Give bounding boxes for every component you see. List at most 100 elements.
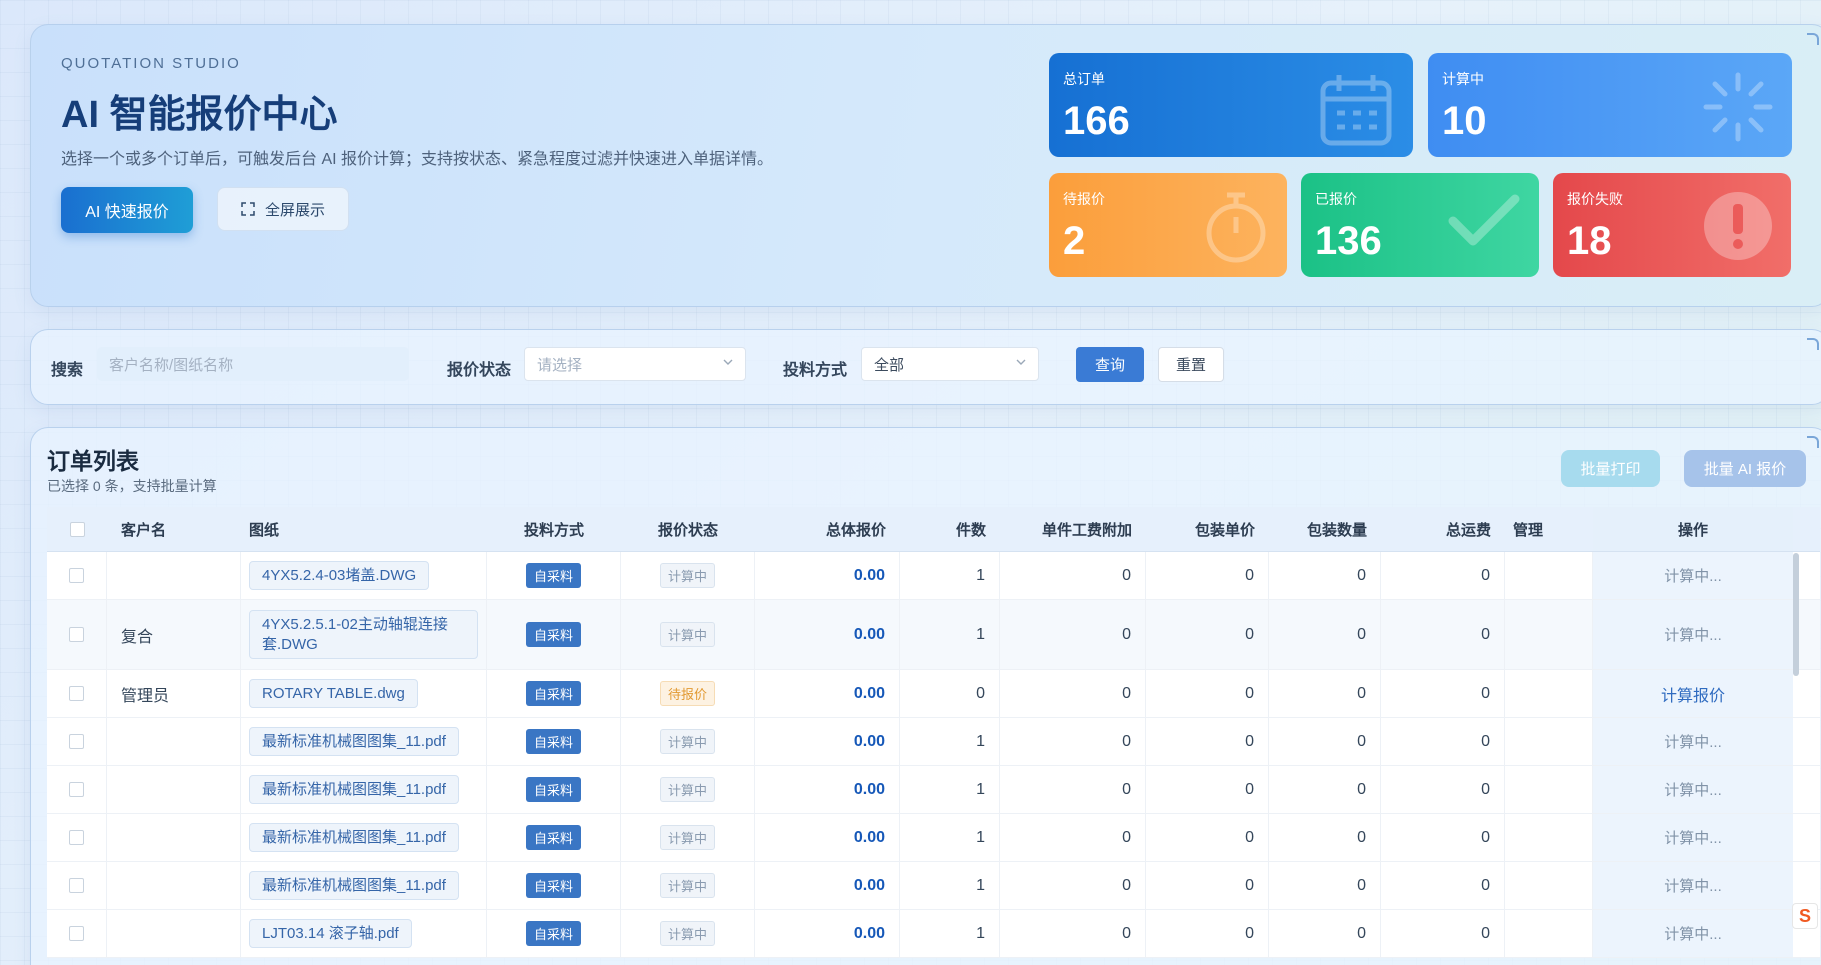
- op-action[interactable]: 计算报价: [1661, 682, 1725, 706]
- header-status[interactable]: 报价状态: [621, 507, 755, 551]
- row-checkbox[interactable]: [69, 627, 84, 642]
- drawing-cell: 最新标准机械图图集_11.pdf: [241, 718, 487, 765]
- material-badge: 自采料: [525, 622, 581, 647]
- qty-cell: 1: [900, 552, 1000, 599]
- table-row[interactable]: LJT03.14 滚子轴.pdf 自采料 计算中 0.00 1 0 0 0 0 计算中...: [47, 910, 1820, 958]
- table-row[interactable]: 管理员 ROTARY TABLE.dwg 自采料 待报价 0.00 0 0 0 0 0 计算报价: [47, 670, 1820, 718]
- pack-qty-cell: 0: [1269, 910, 1381, 957]
- header-pack-qty[interactable]: 包装数量: [1269, 507, 1381, 551]
- stat-label: 计算中: [1442, 71, 1484, 87]
- pack-price-cell: 0: [1146, 552, 1269, 599]
- status-cell: 计算中: [621, 552, 755, 599]
- material-cell: 自采料: [487, 552, 621, 599]
- header-qty[interactable]: 件数: [900, 507, 1000, 551]
- corner-decoration: [1807, 436, 1819, 448]
- stat-value: 136: [1315, 219, 1382, 263]
- row-checkbox[interactable]: [69, 568, 84, 583]
- row-select-cell: [47, 910, 107, 957]
- table-row[interactable]: 最新标准机械图图集_11.pdf 自采料 计算中 0.00 1 0 0 0 0 计算中...: [47, 718, 1820, 766]
- drawing-cell: 4YX5.2.5.1-02主动轴辊连接套.DWG: [241, 600, 487, 669]
- list-title: 订单列表: [47, 448, 139, 474]
- status-cell: 计算中: [621, 814, 755, 861]
- drawing-cell: 最新标准机械图图集_11.pdf: [241, 766, 487, 813]
- op-cell: 计算中...: [1593, 910, 1793, 957]
- drawing-link[interactable]: 最新标准机械图图集_11.pdf: [249, 774, 459, 805]
- shipping-value: 0: [1481, 828, 1490, 846]
- hero-eyebrow: QUOTATION STUDIO: [61, 55, 241, 72]
- header-pack-price[interactable]: 包装单价: [1146, 507, 1269, 551]
- reset-button[interactable]: 重置: [1158, 347, 1224, 382]
- status-badge: 计算中: [659, 729, 715, 754]
- shipping-cell: 0: [1381, 670, 1505, 717]
- row-checkbox[interactable]: [69, 782, 84, 797]
- customer-cell: [107, 910, 241, 957]
- qty-value: 1: [976, 780, 985, 798]
- list-subtitle: 已选择 0 条，支持批量计算: [47, 478, 217, 494]
- stat-card-failed[interactable]: 报价失败 18: [1553, 173, 1791, 277]
- pack-price-value: 0: [1245, 625, 1254, 643]
- ime-icon[interactable]: S: [1792, 903, 1818, 929]
- material-cell: 自采料: [487, 814, 621, 861]
- header-mgmt[interactable]: 管理: [1505, 507, 1593, 551]
- header-shipping[interactable]: 总运费: [1381, 507, 1505, 551]
- stat-card-calculating[interactable]: 计算中 10: [1428, 53, 1792, 157]
- drawing-link[interactable]: 最新标准机械图图集_11.pdf: [249, 822, 459, 853]
- row-checkbox[interactable]: [69, 686, 84, 701]
- fullscreen-button[interactable]: 全屏展示: [217, 187, 349, 231]
- material-select[interactable]: 全部: [861, 347, 1039, 381]
- status-select[interactable]: 请选择: [524, 347, 746, 381]
- shipping-cell: 0: [1381, 910, 1505, 957]
- header-material[interactable]: 投料方式: [487, 507, 621, 551]
- mgmt-cell: [1505, 600, 1593, 669]
- row-checkbox[interactable]: [69, 734, 84, 749]
- stat-card-pending[interactable]: 待报价 2: [1049, 173, 1287, 277]
- header-fee[interactable]: 单件工费附加: [1000, 507, 1146, 551]
- batch-ai-quote-button[interactable]: 批量 AI 报价: [1684, 450, 1806, 487]
- customer-cell: 复合: [107, 600, 241, 669]
- status-cell: 待报价: [621, 670, 755, 717]
- row-checkbox[interactable]: [69, 878, 84, 893]
- shipping-cell: 0: [1381, 552, 1505, 599]
- stat-card-quoted[interactable]: 已报价 136: [1301, 173, 1539, 277]
- drawing-link[interactable]: 最新标准机械图图集_11.pdf: [249, 870, 459, 901]
- pack-price-value: 0: [1245, 732, 1254, 750]
- batch-print-button[interactable]: 批量打印: [1561, 450, 1660, 487]
- drawing-link[interactable]: 4YX5.2.4-03堵盖.DWG: [249, 560, 430, 591]
- row-select-cell: [47, 600, 107, 669]
- status-cell: 计算中: [621, 766, 755, 813]
- total-price: 0.00: [853, 566, 885, 584]
- pack-qty-cell: 0: [1269, 862, 1381, 909]
- qty-cell: 1: [900, 718, 1000, 765]
- ai-quick-quote-button[interactable]: AI 快速报价: [61, 187, 193, 233]
- table-row[interactable]: 最新标准机械图图集_11.pdf 自采料 计算中 0.00 1 0 0 0 0 计算中...: [47, 862, 1820, 910]
- drawing-link[interactable]: 最新标准机械图图集_11.pdf: [249, 726, 459, 757]
- search-input[interactable]: 客户名称/图纸名称: [97, 347, 409, 381]
- status-badge: 计算中: [659, 622, 715, 647]
- stat-label: 待报价: [1063, 191, 1105, 207]
- header-customer[interactable]: 客户名: [107, 507, 241, 551]
- table-scrollbar[interactable]: [1793, 553, 1799, 676]
- header-total[interactable]: 总体报价: [755, 507, 900, 551]
- row-select-cell: [47, 814, 107, 861]
- row-checkbox[interactable]: [69, 830, 84, 845]
- fee-value: 0: [1122, 876, 1131, 894]
- drawing-link[interactable]: 4YX5.2.5.1-02主动轴辊连接套.DWG: [249, 610, 478, 659]
- qty-cell: 1: [900, 910, 1000, 957]
- stat-card-total[interactable]: 总订单 166: [1049, 53, 1413, 157]
- stat-label: 报价失败: [1567, 191, 1623, 207]
- pack-qty-cell: 0: [1269, 552, 1381, 599]
- query-button[interactable]: 查询: [1076, 347, 1144, 382]
- table-row[interactable]: 最新标准机械图图集_11.pdf 自采料 计算中 0.00 1 0 0 0 0 计算中...: [47, 814, 1820, 862]
- status-badge: 计算中: [659, 825, 715, 850]
- row-checkbox[interactable]: [69, 926, 84, 941]
- table-row[interactable]: 复合 4YX5.2.5.1-02主动轴辊连接套.DWG 自采料 计算中 0.00 1 0 0 0…: [47, 600, 1820, 670]
- drawing-link[interactable]: LJT03.14 滚子轴.pdf: [249, 918, 412, 949]
- search-placeholder: 客户名称/图纸名称: [109, 356, 234, 374]
- drawing-link[interactable]: ROTARY TABLE.dwg: [249, 678, 418, 709]
- table-row[interactable]: 4YX5.2.4-03堵盖.DWG 自采料 计算中 0.00 1 0 0 0 0 计算中...: [47, 552, 1820, 600]
- material-badge: 自采料: [525, 777, 581, 802]
- header-drawing[interactable]: 图纸: [241, 507, 487, 551]
- select-all-checkbox[interactable]: [69, 521, 85, 537]
- table-row[interactable]: 最新标准机械图图集_11.pdf 自采料 计算中 0.00 1 0 0 0 0 计算中...: [47, 766, 1820, 814]
- chevron-down-icon: [1016, 359, 1026, 365]
